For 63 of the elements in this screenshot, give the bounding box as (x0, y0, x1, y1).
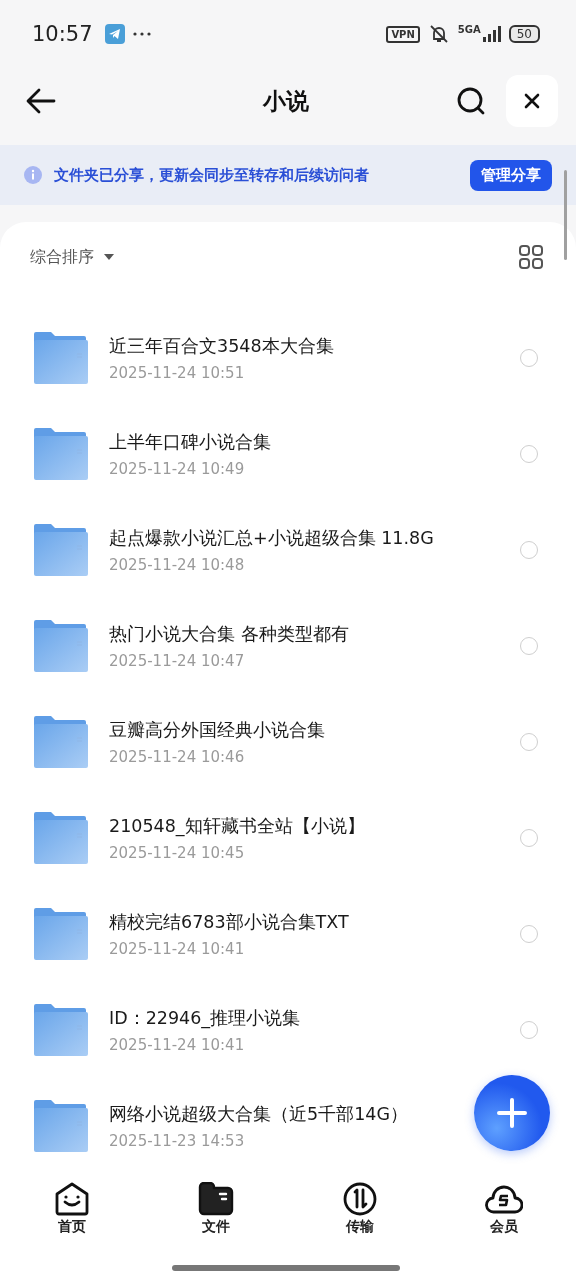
folder-icon (33, 332, 89, 384)
close-icon (524, 93, 540, 109)
vpn-badge: VPN (386, 25, 420, 43)
folder-icon (33, 716, 89, 768)
folder-name: 近三年百合文3548本大合集 (109, 335, 334, 358)
folder-item[interactable]: 近三年百合文3548本大合集 2025-11-24 10:51 (0, 310, 576, 406)
network-label: 5GA (457, 23, 481, 35)
folder-icon (33, 1004, 89, 1056)
modified-date: 2025-11-24 10:45 (109, 844, 245, 862)
folder-item[interactable]: 上半年口碑小说合集 2025-11-24 10:49 (0, 406, 576, 502)
modified-date: 2025-11-24 10:48 (109, 556, 245, 574)
telegram-icon (104, 24, 125, 44)
folder-item[interactable]: ID：22946_推理小说集 2025-11-24 10:41 (0, 982, 576, 1078)
folder-name: 上半年口碑小说合集 (109, 431, 271, 454)
folder-icon (33, 812, 89, 864)
nav-tab[interactable]: 首页 (0, 1178, 144, 1240)
folder-item[interactable]: 起点爆款小说汇总+小说超级合集 11.8G 2025-11-24 10:48 (0, 502, 576, 598)
muted-bell-icon (427, 24, 450, 44)
back-icon[interactable] (26, 88, 56, 114)
modified-date: 2025-11-24 10:51 (109, 364, 245, 382)
nav-tab[interactable]: 传输 (288, 1178, 432, 1240)
more-icon (132, 32, 151, 36)
folder-item[interactable]: 热门小说大合集 各种类型都有 2025-11-24 10:47 (0, 598, 576, 694)
folder-name: 精校完结6783部小说合集TXT (109, 911, 349, 934)
manage-share-button[interactable]: 管理分享 (470, 159, 552, 191)
smiling-house-icon (54, 1182, 90, 1216)
folder-item[interactable]: 豆瓣高分外国经典小说合集 2025-11-24 10:46 (0, 694, 576, 790)
folder-name: 210548_知轩藏书全站【小说】 (109, 815, 365, 838)
modified-date: 2025-11-23 14:53 (109, 1132, 245, 1150)
transfer-icon (342, 1182, 378, 1216)
folder-item[interactable]: 网络小说超级大合集（近5千部14G） 2025-11-23 14:53 (0, 1078, 576, 1174)
modified-date: 2025-11-24 10:41 (109, 940, 245, 958)
folder-name: 豆瓣高分外国经典小说合集 (109, 719, 325, 742)
sort-dropdown[interactable]: 综合排序 (30, 246, 114, 268)
signal-icon (482, 26, 501, 42)
folder-icon (198, 1182, 234, 1216)
status-time: 10:57 (32, 22, 93, 46)
plus-icon (497, 1098, 527, 1128)
folder-item[interactable]: 210548_知轩藏书全站【小说】 2025-11-24 10:45 (0, 790, 576, 886)
nav-tab[interactable]: 文件 (144, 1178, 288, 1240)
folder-icon (33, 620, 89, 672)
folder-icon (33, 908, 89, 960)
modified-date: 2025-11-24 10:47 (109, 652, 245, 670)
folder-icon (33, 1100, 89, 1152)
battery-indicator: 50 (508, 25, 540, 43)
modified-date: 2025-11-24 10:49 (109, 460, 245, 478)
folder-name: 热门小说大合集 各种类型都有 (109, 623, 349, 646)
grid-view-icon[interactable] (519, 245, 543, 269)
search-icon[interactable] (456, 86, 486, 116)
caret-icon (104, 254, 114, 260)
share-notice: 文件夹已分享，更新会同步至转存和后续访问者 (54, 165, 370, 185)
folder-name: 起点爆款小说汇总+小说超级合集 11.8G (109, 527, 434, 550)
folder-icon (33, 428, 89, 480)
folder-item[interactable]: 精校完结6783部小说合集TXT 2025-11-24 10:41 (0, 886, 576, 982)
nav-tab[interactable]: 会员 (432, 1178, 576, 1240)
close-button[interactable] (506, 75, 558, 127)
modified-date: 2025-11-24 10:46 (109, 748, 245, 766)
modified-date: 2025-11-24 10:41 (109, 1036, 245, 1054)
folder-name: 网络小说超级大合集（近5千部14G） (109, 1103, 408, 1126)
folder-name: ID：22946_推理小说集 (109, 1007, 301, 1030)
folder-icon (33, 524, 89, 576)
info-icon (24, 166, 42, 184)
page-title: 小说 (261, 86, 310, 116)
